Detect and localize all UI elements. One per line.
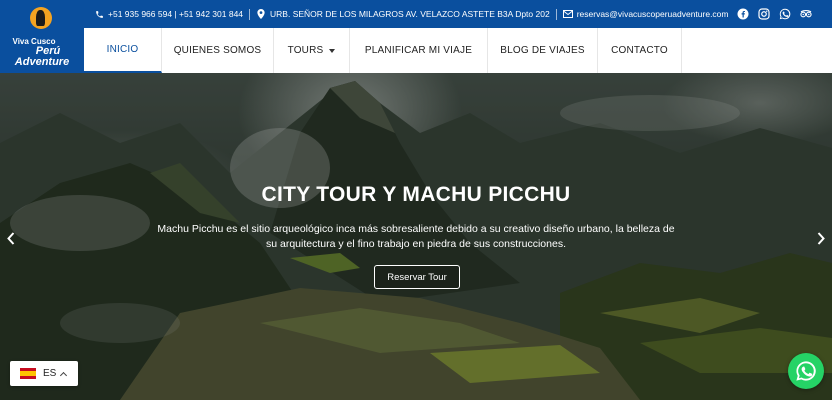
facebook-icon[interactable] [737, 8, 749, 20]
instagram-icon[interactable] [758, 8, 770, 20]
whatsapp-icon[interactable] [779, 8, 791, 20]
nav-label: QUIENES SOMOS [173, 45, 262, 56]
language-code: ES [43, 368, 57, 379]
site-logo[interactable]: Viva Cusco Perú Adventure [0, 0, 84, 73]
nav-label: BLOG DE VIAJES [500, 45, 585, 56]
nav-label: CONTACTO [611, 45, 668, 56]
address-text: URB. SEÑOR DE LOS MILAGROS AV. VELAZCO A… [270, 9, 550, 19]
nav-label: INICIO [106, 44, 139, 55]
divider [555, 8, 557, 20]
reservar-tour-button[interactable]: Reservar Tour [374, 265, 460, 289]
hero-title: CITY TOUR Y MACHU PICCHU [261, 183, 571, 206]
chevron-up-icon [60, 371, 68, 379]
top-contact-bar: +51 935 966 594 | +51 942 301 844 URB. S… [84, 0, 832, 28]
phone-numbers[interactable]: +51 935 966 594 | +51 942 301 844 [108, 9, 243, 19]
divider [249, 8, 251, 20]
envelope-icon [562, 9, 573, 19]
phone-icon [94, 9, 104, 19]
nav-label: TOURS [287, 45, 324, 56]
logo-emblem-icon [30, 7, 52, 29]
hero-slider: CITY TOUR Y MACHU PICCHU Machu Picchu es… [0, 73, 832, 400]
nav-item-inicio[interactable]: INICIO [84, 28, 162, 73]
whatsapp-icon [796, 361, 816, 381]
whatsapp-chat-button[interactable] [788, 353, 824, 389]
slider-next-arrow-icon[interactable] [814, 228, 828, 248]
nav-item-planificar-mi-viaje[interactable]: PLANIFICAR MI VIAJE [350, 28, 488, 73]
main-navigation: INICIO QUIENES SOMOS TOURS PLANIFICAR MI… [84, 28, 832, 73]
email-link[interactable]: reservas@vivacuscoperuadventure.com [577, 9, 729, 19]
slider-prev-arrow-icon[interactable] [4, 228, 18, 248]
nav-item-contacto[interactable]: CONTACTO [598, 28, 682, 73]
spain-flag-icon [20, 368, 36, 379]
nav-item-tours[interactable]: TOURS [274, 28, 350, 73]
language-selector[interactable]: ES [10, 361, 78, 386]
hero-description: Machu Picchu es el sitio arqueológico in… [157, 223, 675, 250]
caret-down-icon [329, 48, 336, 53]
social-links [737, 8, 812, 20]
logo-line-3: Adventure [14, 56, 70, 68]
contact-info: +51 935 966 594 | +51 942 301 844 URB. S… [94, 8, 729, 20]
nav-label: PLANIFICAR MI VIAJE [364, 45, 473, 56]
location-pin-icon [256, 9, 266, 19]
tripadvisor-icon[interactable] [800, 8, 812, 20]
nav-item-quienes-somos[interactable]: QUIENES SOMOS [162, 28, 274, 73]
nav-item-blog-de-viajes[interactable]: BLOG DE VIAJES [488, 28, 598, 73]
